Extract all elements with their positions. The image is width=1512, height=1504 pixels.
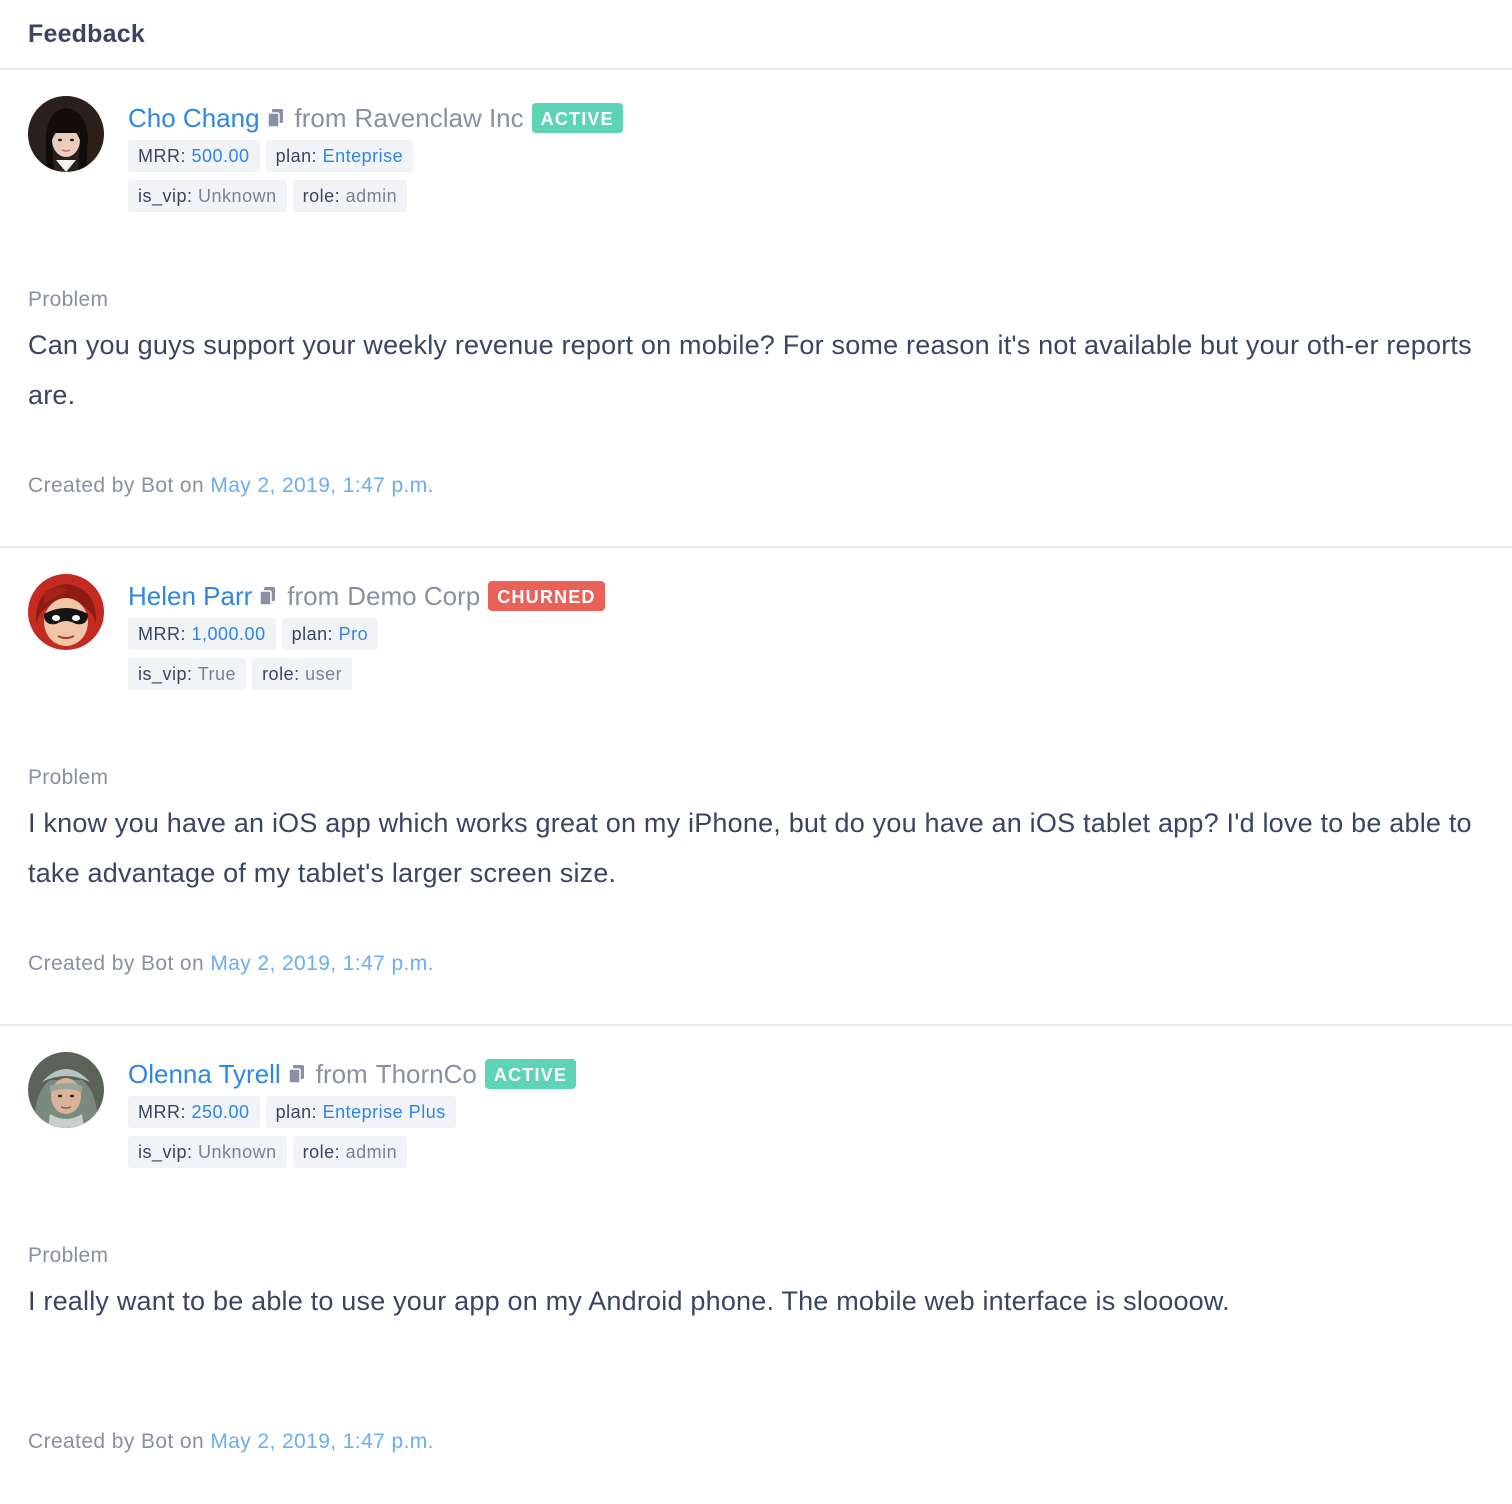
feedback-item: Cho Chang from Ravenclaw Inc ACTIVE MRR:…	[0, 70, 1512, 548]
copy-icon[interactable]	[287, 1064, 306, 1084]
company-from-label: from	[287, 580, 340, 611]
tag-mrr: MRR: 250.00	[128, 1096, 260, 1128]
tag-plan: plan: Enteprise	[265, 140, 414, 172]
tag-value: Unknown	[198, 1142, 277, 1162]
copy-icon[interactable]	[259, 586, 277, 606]
tag-key: MRR:	[138, 624, 186, 644]
problem-label: Problem	[28, 1244, 109, 1267]
tag-key: is_vip:	[138, 186, 193, 206]
copy-icon[interactable]	[266, 108, 285, 128]
tag-value: 250.00	[191, 1102, 250, 1122]
tag-key: is_vip:	[138, 1142, 193, 1162]
tag-value: 500.00	[191, 146, 250, 166]
tag-key: plan:	[275, 1102, 318, 1122]
tag-value: Unknown	[198, 186, 277, 206]
tag-value: admin	[345, 1142, 398, 1162]
tag-key: plan:	[275, 146, 318, 166]
feedback-list: Cho Chang from Ravenclaw Inc ACTIVE MRR:…	[0, 70, 1512, 1504]
tag-mrr: MRR: 500.00	[128, 140, 260, 172]
tag-key: MRR:	[138, 146, 186, 166]
tag-key: role:	[262, 664, 300, 684]
tag-key: role:	[302, 1142, 341, 1162]
tag-plan: plan: Pro	[281, 618, 379, 650]
created-date-link[interactable]: May 2, 2019, 1:47 p.m.	[210, 474, 434, 497]
company-name: Ravenclaw Inc	[354, 102, 524, 133]
avatar-grey-headdress-icon	[28, 1052, 104, 1128]
tag-is-vip: is_vip: True	[128, 658, 247, 690]
page-header: Feedback	[0, 0, 1512, 70]
user-info: Cho Chang from Ravenclaw Inc ACTIVE MRR:…	[128, 100, 623, 212]
attribute-tags: is_vip: Unknown role: admin	[128, 180, 623, 212]
tag-mrr: MRR: 1,000.00	[128, 618, 276, 650]
tag-key: MRR:	[138, 1102, 186, 1122]
user-name-row: Olenna Tyrell from ThornCo ACTIVE	[128, 1056, 577, 1092]
user-name-link[interactable]: Cho Chang	[128, 103, 260, 134]
problem-label: Problem	[28, 288, 109, 311]
attribute-tags: MRR: 500.00 plan: Enteprise	[128, 140, 623, 172]
tag-value: Enteprise	[322, 146, 404, 166]
created-date-link[interactable]: May 2, 2019, 1:47 p.m.	[210, 952, 434, 975]
attribute-tags: is_vip: Unknown role: admin	[128, 1136, 576, 1168]
created-info: Created by Bot on May 2, 2019, 1:47 p.m.	[28, 952, 434, 976]
company-from-label: from	[315, 1058, 368, 1089]
tag-role: role: admin	[292, 1136, 408, 1168]
status-badge: ACTIVE	[531, 103, 623, 133]
created-info: Created by Bot on May 2, 2019, 1:47 p.m.	[28, 474, 434, 498]
status-badge: ACTIVE	[484, 1059, 577, 1089]
feedback-item: Olenna Tyrell from ThornCo ACTIVE MRR: 2…	[0, 1026, 1512, 1504]
tag-is-vip: is_vip: Unknown	[128, 180, 287, 212]
problem-text: I know you have an iOS app which works g…	[28, 808, 1472, 888]
created-info: Created by Bot on May 2, 2019, 1:47 p.m.	[28, 1430, 434, 1454]
tag-value: 1,000.00	[191, 624, 266, 644]
tag-value: user	[305, 664, 343, 684]
user-name-link[interactable]: Helen Parr	[128, 581, 252, 612]
tag-is-vip: is_vip: Unknown	[128, 1136, 287, 1168]
tag-plan: plan: Enteprise Plus	[265, 1096, 456, 1128]
tag-value: admin	[345, 186, 398, 206]
user-name-link[interactable]: Olenna Tyrell	[128, 1059, 281, 1090]
avatar-red-mask-icon	[28, 574, 104, 650]
tag-value: Enteprise Plus	[322, 1102, 446, 1122]
user-name-row: Cho Chang from Ravenclaw Inc ACTIVE	[128, 100, 623, 136]
tag-role: role: user	[252, 658, 353, 690]
page-title: Feedback	[28, 19, 145, 48]
attribute-tags: MRR: 1,000.00 plan: Pro	[128, 618, 605, 650]
user-info: Olenna Tyrell from ThornCo ACTIVE MRR: 2…	[128, 1056, 577, 1168]
created-prefix: Created by Bot on	[28, 952, 205, 975]
user-avatar[interactable]	[28, 574, 104, 650]
company-name: Demo Corp	[347, 580, 481, 611]
status-badge: CHURNED	[488, 581, 605, 611]
problem-label: Problem	[28, 766, 109, 789]
feedback-item: Helen Parr from Demo Corp CHURNED MRR: 1…	[0, 548, 1512, 1026]
company-name: ThornCo	[375, 1058, 477, 1089]
tag-role: role: admin	[292, 180, 408, 212]
attribute-tags: is_vip: True role: user	[128, 658, 605, 690]
tag-value: True	[197, 664, 237, 684]
problem-text: I really want to be able to use your app…	[28, 1286, 1230, 1316]
problem-text: Can you guys support your weekly revenue…	[28, 330, 1472, 410]
user-name-row: Helen Parr from Demo Corp CHURNED	[128, 578, 605, 614]
avatar-dark-hair-icon	[28, 96, 104, 172]
created-prefix: Created by Bot on	[28, 474, 205, 497]
tag-key: is_vip:	[138, 664, 193, 684]
user-info: Helen Parr from Demo Corp CHURNED MRR: 1…	[128, 578, 605, 690]
user-avatar[interactable]	[28, 96, 104, 172]
attribute-tags: MRR: 250.00 plan: Enteprise Plus	[128, 1096, 576, 1128]
company-from-label: from	[294, 102, 347, 133]
tag-key: plan:	[291, 624, 334, 644]
tag-value: Pro	[338, 624, 369, 644]
user-avatar[interactable]	[28, 1052, 104, 1128]
tag-key: role:	[302, 186, 341, 206]
